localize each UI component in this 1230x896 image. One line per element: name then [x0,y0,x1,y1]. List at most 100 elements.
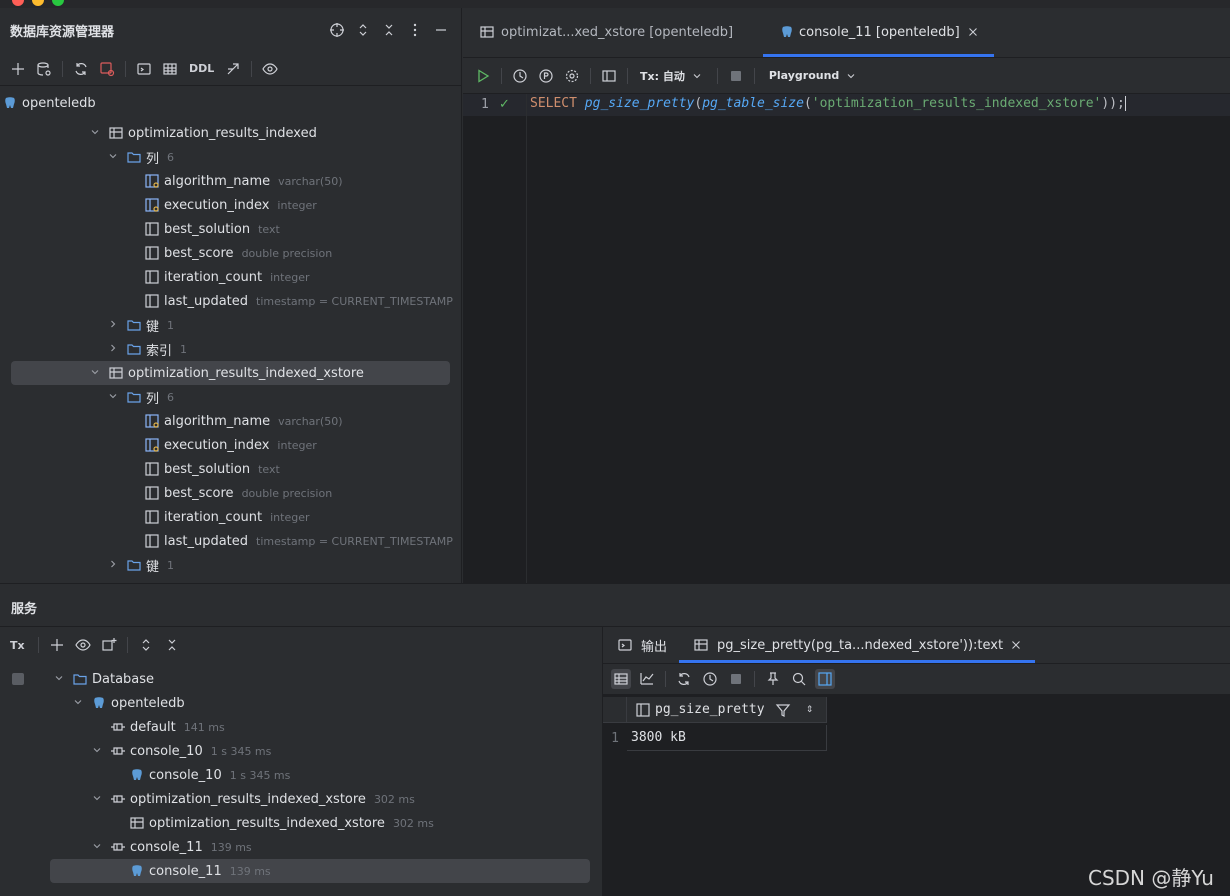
tree-row[interactable]: Database [36,667,596,691]
ddl-button[interactable]: DDL [186,62,217,75]
tree-row[interactable]: best_solution text [0,217,461,241]
tree-row[interactable]: best_solution text [0,457,461,481]
sql-statement[interactable]: SELECT pg_size_pretty(pg_table_size('opt… [530,96,1126,111]
result-cell[interactable]: 3800 kB [627,725,827,751]
sort-icon[interactable]: ⇕ [803,700,817,720]
tree-row[interactable]: execution_index integer [0,433,461,457]
chevron-down-icon[interactable] [106,390,120,405]
console-icon[interactable] [134,59,154,79]
run-icon[interactable] [473,66,493,86]
tree-row[interactable]: best_score double precision [0,241,461,265]
tree-row[interactable]: console_10 1 s 345 ms [36,739,596,763]
chevron-right-icon[interactable] [106,318,120,333]
chevron-down-icon[interactable] [90,840,104,855]
layout-icon[interactable] [599,66,619,86]
collapse-all-icon[interactable] [162,635,182,655]
playground-dropdown[interactable]: Playground [769,69,839,82]
tree-row-meta: integer [270,510,310,524]
tree-row[interactable]: algorithm_name varchar(50) [0,409,461,433]
datasource-properties-icon[interactable] [34,59,54,79]
value-editor-icon[interactable] [815,669,835,689]
tx-mode-dropdown[interactable]: Tx: 自动 [640,68,685,84]
minimize-window-icon[interactable] [32,0,44,6]
crosshair-icon[interactable] [327,20,347,40]
datasource-label: openteledb [22,95,96,111]
tree-row[interactable]: console_11 139 ms [36,835,596,859]
code-line[interactable]: 1 ✓ SELECT pg_size_pretty(pg_table_size(… [463,94,1230,116]
table-view-icon[interactable] [160,59,180,79]
tree-row[interactable]: 列6 [0,385,461,409]
tree-row[interactable]: execution_index integer [0,193,461,217]
editor-gutter [463,94,527,583]
close-tab-icon[interactable] [1009,635,1023,655]
tree-row[interactable]: best_score double precision [0,481,461,505]
tree-row[interactable]: openteledb [36,691,596,715]
chevron-down-icon[interactable] [90,744,104,759]
more-options-icon[interactable] [405,20,425,40]
tree-row[interactable]: last_updated timestamp = CURRENT_TIMESTAM… [0,529,461,553]
filter-icon[interactable] [775,700,791,720]
expand-all-icon[interactable] [136,635,156,655]
chevron-down-icon[interactable] [106,150,120,165]
tab-output[interactable]: 输出 [603,627,679,663]
chevron-down-icon[interactable] [52,672,66,687]
new-session-icon[interactable] [99,635,119,655]
pin-icon[interactable] [763,669,783,689]
expand-all-icon[interactable] [353,20,373,40]
tree-row[interactable]: 键1 [0,313,461,337]
tree-row[interactable]: iteration_count integer [0,265,461,289]
close-tab-icon[interactable] [966,22,980,42]
disconnect-icon[interactable] [97,59,117,79]
tab-result-pg-size-pretty[interactable]: pg_size_pretty(pg_ta...ndexed_xstore')):… [679,627,1036,663]
tree-row[interactable]: console_11 139 ms [50,859,590,883]
chart-view-icon[interactable] [637,669,657,689]
jump-to-icon[interactable] [223,59,243,79]
tree-row[interactable]: optimization_results_indexed_xstore 302 m… [36,787,596,811]
add-icon[interactable] [8,59,28,79]
tree-row[interactable]: 键1 [0,553,461,577]
chevron-down-icon[interactable] [845,66,857,86]
refresh-icon[interactable] [71,59,91,79]
zoom-window-icon[interactable] [52,0,64,6]
tree-row[interactable]: algorithm_name varchar(50) [0,169,461,193]
tab-optimization-xstore[interactable]: optimizat...xed_xstore [openteledb] [463,7,747,57]
tree-row[interactable]: default 141 ms [36,715,596,739]
grid-view-icon[interactable] [611,669,631,689]
close-window-icon[interactable] [12,0,24,6]
search-icon[interactable] [789,669,809,689]
chevron-down-icon[interactable] [691,66,703,86]
tree-row[interactable]: console_10 1 s 345 ms [36,763,596,787]
code-area[interactable]: 1 ✓ SELECT pg_size_pretty(pg_table_size(… [463,94,1230,583]
tree-row-label: last_updated [164,533,249,549]
tree-row[interactable]: optimization_results_indexed_xstore 302 m… [36,811,596,835]
history-icon[interactable] [510,66,530,86]
hide-panel-icon[interactable] [431,20,451,40]
stop-icon[interactable] [726,669,746,689]
tree-row[interactable]: last_updated timestamp = CURRENT_TIMESTAM… [0,289,461,313]
stop-icon[interactable] [726,66,746,86]
refresh-icon[interactable] [674,669,694,689]
chevron-right-icon[interactable] [106,558,120,573]
chevron-down-icon[interactable] [90,792,104,807]
chevron-right-icon[interactable] [106,342,120,357]
column-header-pg-size-pretty[interactable]: pg_size_pretty ⇕ [627,697,827,723]
collapse-all-icon[interactable] [379,20,399,40]
chevron-down-icon[interactable] [88,366,102,381]
tree-row[interactable]: iteration_count integer [0,505,461,529]
tree-row[interactable]: optimization_results_indexed [0,121,461,145]
parameters-icon[interactable] [536,66,556,86]
stop-icon[interactable] [12,673,24,685]
tree-row[interactable]: 列6 [0,145,461,169]
tx-icon[interactable]: Tx [10,639,30,652]
tree-row[interactable]: optimization_results_indexed_xstore [11,361,450,385]
tab-console-11[interactable]: console_11 [openteledb] [763,7,994,57]
view-options-eye-icon[interactable] [260,59,280,79]
add-icon[interactable] [47,635,67,655]
datasource-row[interactable]: openteledb [2,92,96,114]
history-icon[interactable] [700,669,720,689]
settings-gear-icon[interactable] [562,66,582,86]
chevron-down-icon[interactable] [88,126,102,141]
tree-row[interactable]: 索引 1 [0,337,461,361]
eye-icon[interactable] [73,635,93,655]
chevron-down-icon[interactable] [71,696,85,711]
